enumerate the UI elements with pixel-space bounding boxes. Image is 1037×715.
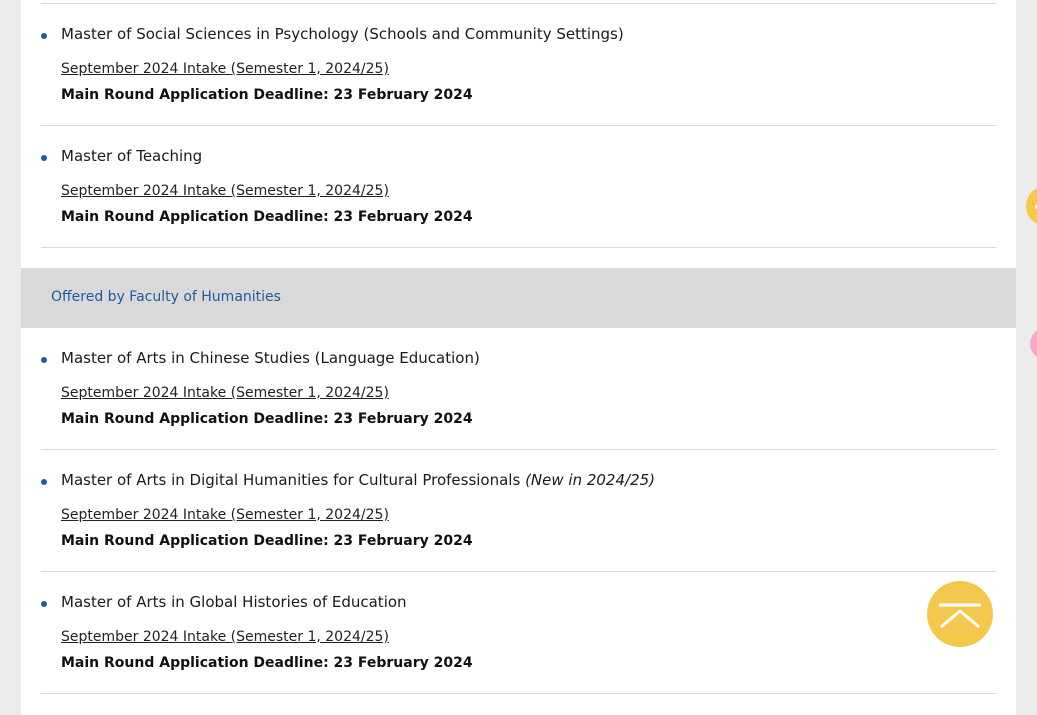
list-item: Master of Arts in Chinese Studies (Langu…: [41, 344, 996, 450]
chevron-left-icon: ❮: [1033, 198, 1037, 214]
section-heading: Offered by Faculty of Humanities: [51, 289, 281, 305]
programme-title: Master of Arts in Chinese Studies (Langu…: [61, 349, 480, 367]
bullet-icon: [41, 357, 47, 363]
deadline-text: Main Round Application Deadline: 23 Febr…: [61, 209, 473, 225]
divider: [41, 3, 996, 4]
list-item: Master of Teaching September 2024 Intake…: [41, 142, 996, 248]
new-programme-note: (New in 2024/25): [525, 471, 656, 489]
deadline-text: Main Round Application Deadline: 23 Febr…: [61, 533, 473, 549]
programme-title-text: Master of Arts in Global Histories of Ed…: [61, 593, 407, 611]
intake-link[interactable]: September 2024 Intake (Semester 1, 2024/…: [61, 61, 389, 77]
programme-title: Master of Arts in Digital Humanities for…: [61, 471, 655, 489]
bullet-icon: [41, 479, 47, 485]
list-item: Master of Arts in Digital Humanities for…: [41, 466, 996, 572]
bullet-icon: [41, 155, 47, 161]
programme-list: Master of Social Sciences in Psychology …: [21, 0, 1016, 715]
programme-title: Master of Social Sciences in Psychology …: [61, 25, 624, 43]
page: Master of Social Sciences in Psychology …: [0, 0, 1037, 715]
intake-link[interactable]: September 2024 Intake (Semester 1, 2024/…: [61, 385, 389, 401]
bullet-icon: [41, 33, 47, 39]
deadline-text: Main Round Application Deadline: 23 Febr…: [61, 655, 473, 671]
back-to-top-button[interactable]: [927, 581, 993, 647]
list-item: Master of Arts in Global Histories of Ed…: [41, 588, 996, 694]
chevron-up-icon: [939, 603, 981, 629]
intake-link[interactable]: September 2024 Intake (Semester 1, 2024/…: [61, 629, 389, 645]
deadline-text: Main Round Application Deadline: 23 Febr…: [61, 87, 473, 103]
section-header: Offered by Faculty of Humanities: [21, 268, 1016, 328]
programme-title: Master of Teaching: [61, 147, 202, 165]
intake-link[interactable]: September 2024 Intake (Semester 1, 2024/…: [61, 507, 389, 523]
programme-title-text: Master of Arts in Chinese Studies (Langu…: [61, 349, 480, 367]
programme-title-text: Master of Teaching: [61, 147, 203, 165]
page-margin: [1016, 0, 1037, 715]
programme-title-text: Master of Social Sciences in Psychology …: [61, 25, 624, 43]
bullet-icon: [41, 601, 47, 607]
deadline-text: Main Round Application Deadline: 23 Febr…: [61, 411, 473, 427]
programme-title: Master of Arts in Global Histories of Ed…: [61, 593, 407, 611]
list-item: Master of Social Sciences in Psychology …: [41, 20, 996, 126]
intake-link[interactable]: September 2024 Intake (Semester 1, 2024/…: [61, 183, 389, 199]
programme-title-text: Master of Arts in Digital Humanities for…: [61, 471, 521, 489]
